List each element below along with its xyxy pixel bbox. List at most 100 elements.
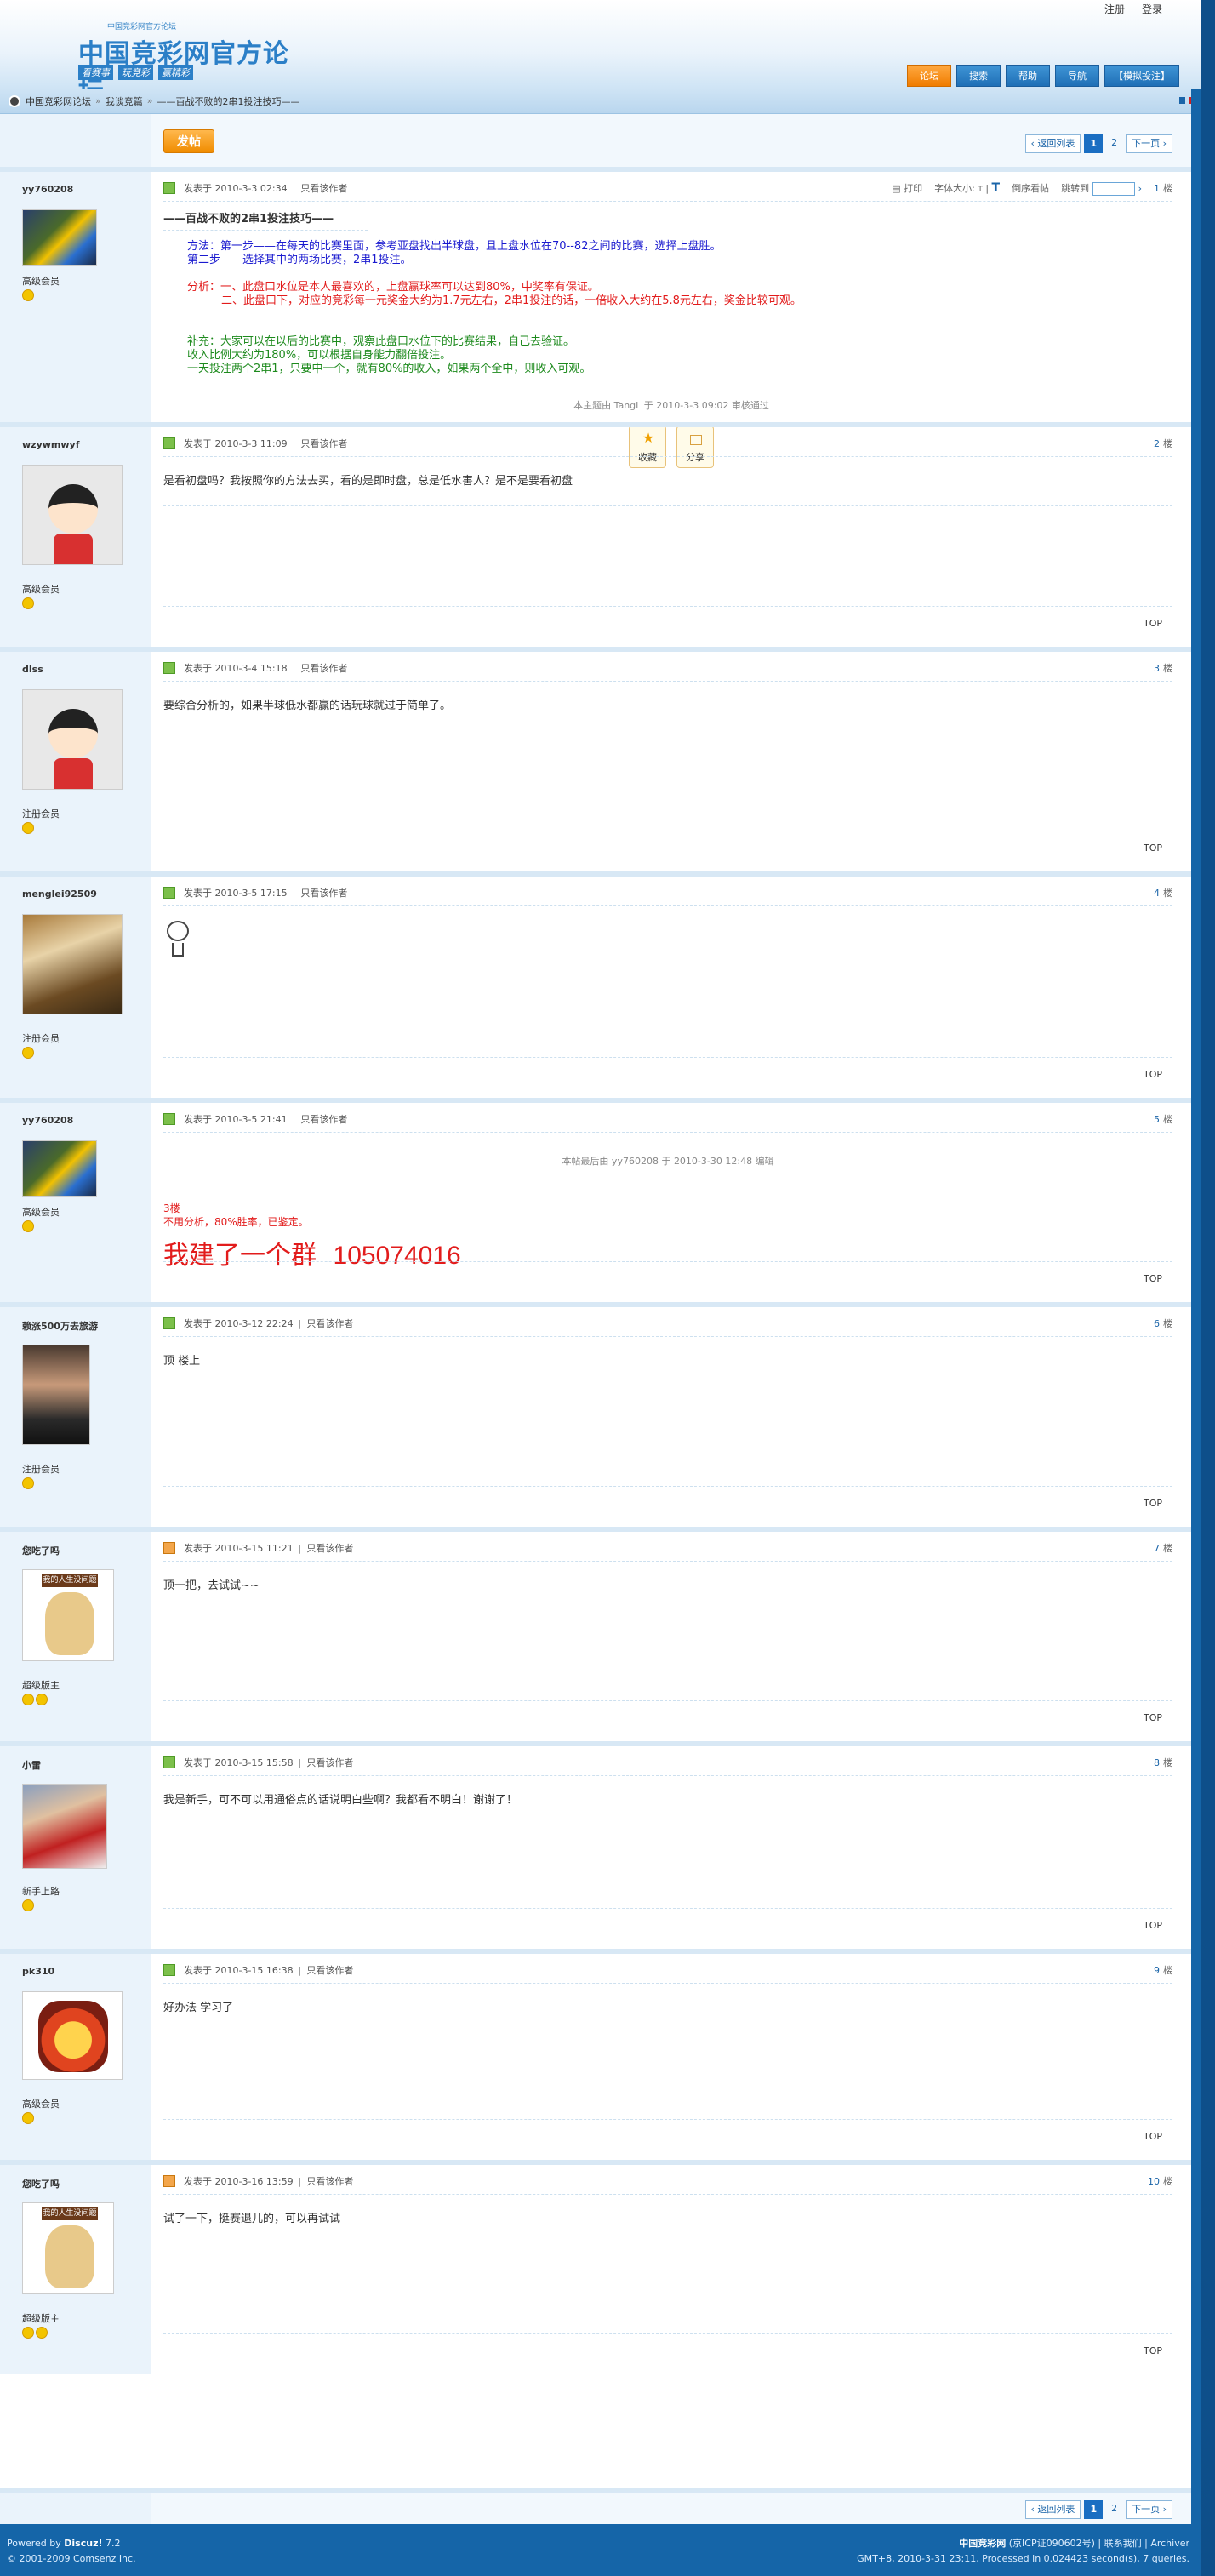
site-logo[interactable]: 中国竞彩网官方论坛 中国竞彩网官方论坛 看赛事 玩竞彩 赢精彩	[73, 14, 303, 106]
divider	[163, 1057, 1172, 1058]
floor-suffix: 楼	[1163, 888, 1172, 899]
author-name[interactable]: pk310	[22, 1966, 54, 1977]
breadcrumb-board[interactable]: 我谈竞篇	[106, 94, 143, 108]
author-name[interactable]: menglei92509	[22, 888, 97, 900]
home-icon[interactable]	[9, 94, 20, 107]
rank-stars	[22, 822, 34, 834]
back-to-top-link[interactable]: TOP	[1144, 2131, 1162, 2142]
page-2[interactable]: 2	[1106, 2500, 1122, 2519]
avatar[interactable]	[22, 1140, 97, 1197]
avatar[interactable]	[22, 914, 123, 1014]
jump-go-icon[interactable]: ›	[1138, 183, 1142, 194]
jump-floor-input[interactable]	[1092, 181, 1136, 196]
breadcrumb-forum[interactable]: 中国竞彩网论坛	[26, 94, 91, 108]
author-only-link[interactable]: 只看该作者	[300, 886, 347, 900]
back-to-top-link[interactable]: TOP	[1144, 1498, 1162, 1509]
login-link[interactable]: 登录	[1142, 2, 1162, 16]
avatar[interactable]	[22, 1345, 90, 1445]
author-name[interactable]: wzywmwyf	[22, 439, 79, 450]
divider	[163, 1261, 1172, 1262]
discuz-link[interactable]: Discuz!	[64, 2538, 102, 2549]
author-name[interactable]: dlss	[22, 664, 43, 675]
author-name[interactable]: yy760208	[22, 1115, 73, 1126]
page-2[interactable]: 2	[1106, 134, 1122, 153]
font-big-button[interactable]: T	[992, 181, 1001, 195]
author-only-link[interactable]: 只看该作者	[306, 1756, 353, 1769]
reverse-order-link[interactable]: 倒序看帖	[1012, 181, 1049, 195]
floor-value: 3	[1154, 663, 1160, 674]
back-to-list-button[interactable]: ‹ 返回列表	[1024, 2500, 1081, 2519]
avatar[interactable]	[22, 689, 123, 790]
author-only-link[interactable]: 只看该作者	[306, 1963, 353, 1977]
avatar[interactable]: 我的人生没问题	[22, 1569, 114, 1661]
floor-value: 8	[1154, 1757, 1160, 1768]
powered-by: Powered by	[7, 2538, 61, 2549]
author-only-link[interactable]: 只看该作者	[300, 1112, 347, 1126]
qq-group-text: 我建了一个群	[163, 1241, 317, 1271]
avatar[interactable]: 我的人生没问题	[22, 2202, 114, 2294]
avatar[interactable]	[22, 1784, 107, 1869]
author-only-link[interactable]: 只看该作者	[300, 661, 347, 675]
style-blue-icon[interactable]	[1179, 97, 1185, 104]
avatar[interactable]	[22, 1991, 123, 2080]
supplement-line: 补充：大家可以在以后的比赛中，观察此盘口水位下的比赛结果，自己去验证。	[187, 335, 575, 348]
nav-navigation[interactable]: 导航	[1055, 65, 1099, 87]
scrollbar[interactable]	[1201, 0, 1215, 2576]
floor-value: 7	[1154, 1543, 1160, 1554]
floor-number: 6楼	[1154, 1317, 1172, 1330]
author-only-link[interactable]: 只看该作者	[300, 437, 347, 450]
contact-link[interactable]: 联系我们	[1104, 2538, 1142, 2549]
new-post-button[interactable]: 发帖	[163, 129, 214, 153]
next-page-button[interactable]: 下一页 ›	[1126, 134, 1172, 153]
author-name[interactable]: 您吃了吗	[22, 2177, 60, 2190]
post-body: 我是新手，可不可以用通俗点的话说明白些啊？我都看不明白！谢谢了！	[163, 1791, 1172, 1807]
moderation-note: 本主题由 TangL 于 2010-3-3 09:02 审核通过	[573, 400, 769, 411]
rank-stars	[22, 289, 34, 301]
nav-search[interactable]: 搜索	[956, 65, 1001, 87]
author-name[interactable]: 小雷	[22, 1758, 41, 1772]
next-page-button[interactable]: 下一页 ›	[1126, 2500, 1172, 2519]
avatar[interactable]	[22, 209, 97, 266]
back-to-top-link[interactable]: TOP	[1144, 1920, 1162, 1931]
register-link[interactable]: 注册	[1104, 2, 1125, 16]
back-to-top-link[interactable]: TOP	[1144, 1069, 1162, 1080]
toolbar-side	[0, 114, 151, 167]
nav-simulated-bet[interactable]: 【模拟投注】	[1104, 65, 1179, 87]
floor-suffix: 楼	[1163, 438, 1172, 449]
font-small-button[interactable]: T	[978, 186, 983, 194]
print-link[interactable]: ▤ 打印	[892, 181, 922, 195]
nav-help[interactable]: 帮助	[1006, 65, 1050, 87]
author-name[interactable]: 赖涨500万去旅游	[22, 1319, 98, 1333]
author-only-link[interactable]: 只看该作者	[306, 1541, 353, 1555]
avatar[interactable]	[22, 465, 123, 565]
rank-star-icon	[22, 2327, 34, 2339]
rank-stars	[22, 1047, 34, 1059]
back-to-top-link[interactable]: TOP	[1144, 618, 1162, 629]
post-online-icon	[163, 887, 175, 899]
author-name[interactable]: 您吃了吗	[22, 1544, 60, 1557]
author-only-link[interactable]: 只看该作者	[306, 1317, 353, 1330]
back-to-top-link[interactable]: TOP	[1144, 1712, 1162, 1723]
author-name[interactable]: yy760208	[22, 184, 73, 195]
back-to-top-link[interactable]: TOP	[1144, 1273, 1162, 1284]
floor-suffix: 楼	[1163, 663, 1172, 674]
nav-forum[interactable]: 论坛	[907, 65, 951, 87]
method-block: 方法：第一步——在每天的比赛里面，参考亚盘找出半球盘，且上盘水位在70--82之…	[163, 240, 1172, 267]
archiver-link[interactable]: Archiver	[1150, 2538, 1189, 2549]
floor-suffix: 楼	[1163, 1543, 1172, 1554]
back-to-top-link[interactable]: TOP	[1144, 842, 1162, 854]
floor-number: 10 楼	[1148, 2174, 1172, 2188]
author-only-link[interactable]: 只看该作者	[300, 181, 347, 195]
back-to-top-link[interactable]: TOP	[1144, 2345, 1162, 2356]
floor-value: 9	[1154, 1965, 1160, 1976]
icp-number[interactable]: (京ICP证090602号)	[1009, 2538, 1095, 2549]
post-meta: 发表于 2010-3-16 13:59 | 只看该作者 10 楼	[163, 2173, 1172, 2189]
floor-number: 7楼	[1154, 1541, 1172, 1555]
author-only-link[interactable]: 只看该作者	[306, 2174, 353, 2188]
site-name[interactable]: 中国竞彩网	[959, 2538, 1006, 2549]
floor-number: 2楼	[1154, 437, 1172, 450]
post-body: 要综合分析的，如果半球低水都赢的话玩球就过于简单了。	[163, 696, 1172, 712]
reply-text: 要综合分析的，如果半球低水都赢的话玩球就过于简单了。	[163, 700, 452, 712]
back-to-list-button[interactable]: ‹ 返回列表	[1024, 134, 1081, 153]
logo-tag: 赢精彩	[158, 65, 193, 80]
